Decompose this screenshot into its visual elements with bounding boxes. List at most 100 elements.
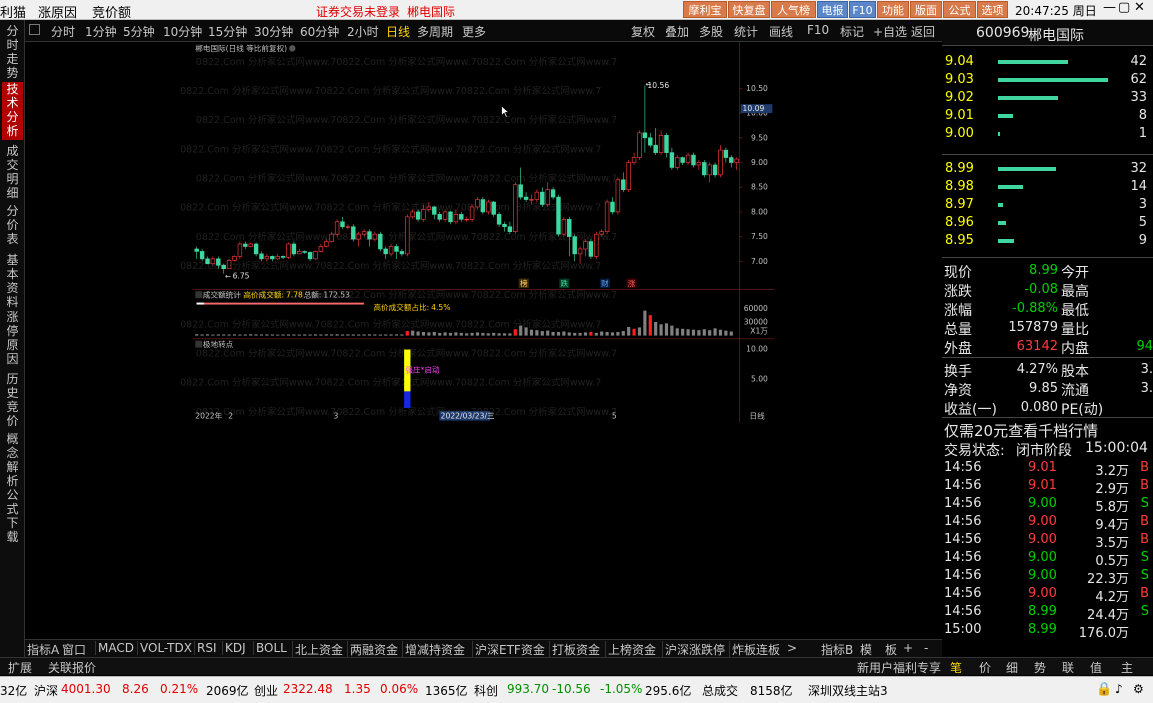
title-button-3[interactable]: 电报: [817, 1, 848, 18]
candle-body[interactable]: [513, 184, 518, 232]
candle-body[interactable]: [205, 258, 210, 265]
indicator-tab-6[interactable]: BOLL: [253, 641, 287, 655]
pivot-pane-toggle-icon[interactable]: [195, 340, 203, 348]
period-8[interactable]: 日线: [386, 23, 410, 40]
quote-panel-tab-2[interactable]: 细: [1006, 659, 1018, 676]
tool-7[interactable]: +自选: [873, 23, 907, 40]
minimize-icon[interactable]: —: [1103, 0, 1116, 15]
title-button-1[interactable]: 快复盘: [728, 1, 770, 18]
indicator-tab-8[interactable]: 两融资金: [347, 641, 398, 658]
candle-body[interactable]: [712, 164, 718, 176]
candle-body[interactable]: [388, 246, 394, 255]
candle-body[interactable]: [675, 157, 680, 168]
candle-body[interactable]: [232, 256, 237, 261]
candle-body[interactable]: [324, 241, 329, 247]
candle-body[interactable]: [367, 231, 372, 240]
candle-body[interactable]: [653, 144, 658, 153]
bid-price[interactable]: 8.95: [945, 233, 974, 248]
candle-body[interactable]: [459, 214, 464, 220]
settings-icon[interactable]: ⚙: [1133, 682, 1144, 696]
candle-body[interactable]: [351, 226, 356, 240]
candle-body[interactable]: [545, 189, 550, 205]
close-icon[interactable]: ✕: [1134, 0, 1145, 15]
bid-price[interactable]: 8.96: [945, 215, 974, 230]
period-5[interactable]: 30分钟: [254, 23, 293, 40]
candle-body[interactable]: [259, 253, 264, 260]
period-1[interactable]: 1分钟: [85, 23, 117, 40]
side-tab-2[interactable]: 成交明细: [2, 144, 23, 200]
candle-body[interactable]: [604, 201, 610, 232]
candle-body[interactable]: [426, 206, 432, 210]
candle-body[interactable]: [405, 216, 410, 255]
ask-price[interactable]: 9.01: [945, 108, 974, 123]
candle-body[interactable]: [248, 243, 253, 247]
event-marker-label[interactable]: 跌: [561, 278, 569, 288]
side-tab-0[interactable]: 分时走势: [2, 24, 23, 80]
candle-body[interactable]: [383, 248, 388, 255]
period-3[interactable]: 10分钟: [163, 23, 202, 40]
candle-body[interactable]: [448, 211, 453, 223]
candle-body[interactable]: [318, 246, 324, 252]
status-sh-label[interactable]: 沪深: [34, 682, 58, 699]
candle-body[interactable]: [199, 251, 205, 260]
candle-body[interactable]: [534, 191, 540, 200]
candle-body[interactable]: [480, 199, 486, 213]
candle-body[interactable]: [718, 149, 723, 176]
candle-body[interactable]: [669, 152, 675, 168]
side-tab-3[interactable]: 分价表: [2, 204, 23, 248]
layout-toggle-icon[interactable]: [29, 24, 40, 35]
candle-body[interactable]: [572, 236, 577, 255]
event-marker-label[interactable]: 财: [601, 278, 609, 288]
indicator-tab-5[interactable]: KDJ: [222, 641, 246, 655]
candle-body[interactable]: [577, 248, 583, 255]
candle-body[interactable]: [567, 219, 572, 237]
candle-body[interactable]: [583, 241, 588, 250]
indicator-tab-14[interactable]: 炸板连板: [729, 641, 780, 658]
candle-body[interactable]: [270, 256, 275, 260]
zoom-out-icon[interactable]: -: [924, 641, 928, 655]
side-tab-1[interactable]: 技术分析: [2, 82, 23, 140]
bid-price[interactable]: 8.98: [945, 179, 974, 194]
main-chart-area[interactable]: 0822.Com 分析家公式网www.70822.Com 分析家公式网www.7…: [25, 42, 942, 432]
candle-body[interactable]: [421, 209, 426, 220]
side-tab-6[interactable]: 历史竞价: [2, 372, 23, 428]
candle-body[interactable]: [723, 149, 729, 158]
bottom-right-tab-1[interactable]: 模: [860, 641, 872, 658]
candle-body[interactable]: [491, 201, 496, 215]
candle-body[interactable]: [729, 157, 734, 163]
linked-quote-tab[interactable]: 关联报价: [48, 659, 96, 676]
candle-body[interactable]: [507, 226, 513, 232]
candle-body[interactable]: [561, 219, 567, 235]
indicator-tab-12[interactable]: 上榜资金: [605, 641, 656, 658]
candle-body[interactable]: [680, 157, 685, 163]
tool-3[interactable]: 统计: [734, 23, 758, 40]
quote-panel-tab-4[interactable]: 联: [1062, 659, 1074, 676]
candle-body[interactable]: [345, 226, 351, 228]
title-button-8[interactable]: 选项: [977, 1, 1008, 18]
candle-body[interactable]: [658, 135, 664, 153]
candle-body[interactable]: [442, 211, 448, 220]
candle-body[interactable]: [361, 231, 367, 235]
candle-body[interactable]: [637, 132, 642, 158]
candle-body[interactable]: [540, 191, 545, 205]
candle-body[interactable]: [307, 252, 313, 260]
indicator-tab-13[interactable]: 沪深涨跌停: [662, 641, 725, 658]
volume-pane-toggle-icon[interactable]: [195, 291, 203, 299]
bottom-right-tab-0[interactable]: 指标B: [821, 641, 853, 658]
candle-body[interactable]: [594, 233, 599, 257]
menu-item-zhang-reason[interactable]: 涨原因: [38, 2, 77, 21]
bell-icon[interactable]: ♪: [1115, 682, 1123, 696]
period-6[interactable]: 60分钟: [300, 23, 339, 40]
indicator-tab-10[interactable]: 沪深ETF资金: [472, 641, 545, 658]
candle-body[interactable]: [216, 258, 221, 266]
title-button-0[interactable]: 摩利宝: [683, 1, 727, 18]
menu-item-auction-amount[interactable]: 竞价额: [92, 2, 131, 21]
candle-body[interactable]: [685, 154, 691, 163]
candle-body[interactable]: [696, 162, 702, 166]
title-button-2[interactable]: 人气榜: [771, 1, 816, 18]
title-button-5[interactable]: 功能: [877, 1, 909, 18]
indicator-tab-3[interactable]: VOL-TDX: [137, 641, 192, 655]
ask-price[interactable]: 9.03: [945, 72, 974, 87]
candle-body[interactable]: [291, 243, 297, 255]
indicator-tab-9[interactable]: 增减持资金: [402, 641, 465, 658]
